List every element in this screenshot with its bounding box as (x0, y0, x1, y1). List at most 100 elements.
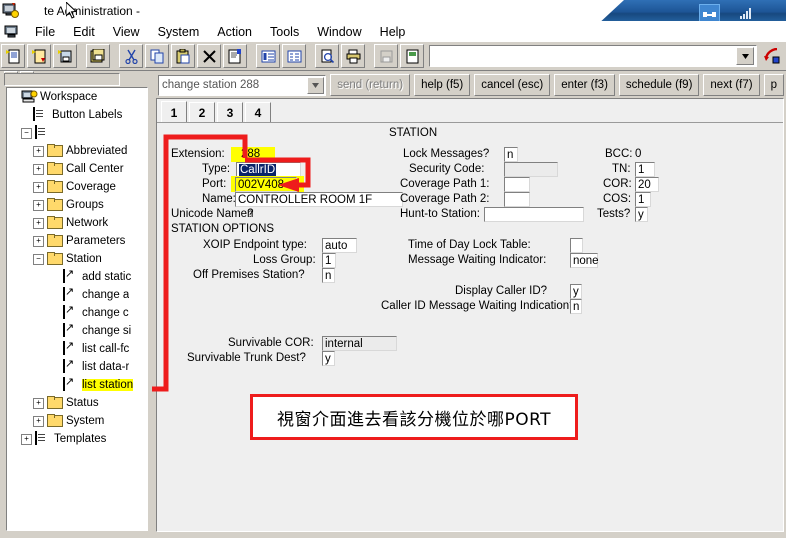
prev-button[interactable]: p (763, 74, 784, 96)
tree-item-network[interactable]: + Network (7, 214, 147, 232)
tree-item-list-call-fc[interactable]: list call-fc (7, 340, 147, 358)
expand-icon[interactable]: + (33, 415, 44, 427)
expand-icon[interactable]: + (33, 217, 44, 229)
expand-icon[interactable]: + (33, 397, 44, 409)
message-waiting-indicator-input[interactable]: none (570, 253, 599, 268)
xoip-endpoint-type-input[interactable]: auto (322, 238, 357, 253)
type-input[interactable]: CallrID (236, 162, 301, 177)
menu-item-window[interactable]: Window (308, 24, 370, 40)
go-arrow-icon[interactable] (760, 44, 784, 68)
chevron-down-icon[interactable] (307, 76, 325, 94)
tree-item-status[interactable]: + Status (7, 394, 147, 412)
save-document-icon[interactable] (53, 44, 77, 68)
schedule-button[interactable]: schedule (f9) (618, 74, 700, 96)
form-tabs: 1 2 3 4 (161, 101, 273, 123)
properties-icon[interactable] (223, 44, 247, 68)
address-combo[interactable] (429, 45, 757, 67)
tab-3[interactable]: 3 (217, 102, 243, 123)
cancel-button[interactable]: cancel (esc) (474, 74, 551, 96)
coverage-path-2-input[interactable] (504, 192, 530, 207)
security-code-input[interactable] (504, 162, 558, 177)
collapse-icon[interactable]: − (21, 127, 32, 139)
list-view-icon[interactable] (256, 44, 280, 68)
expand-icon[interactable]: + (33, 199, 44, 211)
tree-item-change-si[interactable]: change si (7, 322, 147, 340)
report-icon[interactable] (400, 44, 424, 68)
tn-input[interactable]: 1 (635, 162, 655, 177)
send-button[interactable]: send (return) (330, 74, 411, 96)
chevron-down-icon[interactable] (736, 47, 754, 65)
sidebar-scrollbar[interactable] (4, 73, 120, 86)
expand-icon[interactable]: + (21, 433, 32, 445)
tests-input[interactable]: y (635, 207, 648, 222)
print-preview-icon[interactable] (315, 44, 339, 68)
paste-icon[interactable] (171, 44, 195, 68)
menu-item-action[interactable]: Action (208, 24, 261, 40)
tree-item-call-center[interactable]: + Call Center (7, 160, 147, 178)
enter-button[interactable]: enter (f3) (554, 74, 615, 96)
menu-item-edit[interactable]: Edit (64, 24, 104, 40)
loss-group-input[interactable]: 1 (322, 253, 336, 268)
copy-icon[interactable] (145, 44, 169, 68)
menu-item-view[interactable]: View (104, 24, 149, 40)
hunt-to-station-input[interactable] (484, 207, 584, 222)
menu-item-system[interactable]: System (149, 24, 209, 40)
tree-item-workspace[interactable]: Workspace (7, 88, 147, 106)
tree-item-change-c[interactable]: change c (7, 304, 147, 322)
unicode-name-label: Unicode Name? (171, 208, 254, 220)
save-all-icon[interactable] (86, 44, 110, 68)
tree-item-coverage[interactable]: + Coverage (7, 178, 147, 196)
caller-id-mwi-input[interactable]: n (570, 299, 582, 314)
tn-label: TN: (612, 163, 631, 175)
next-button[interactable]: next (f7) (703, 74, 760, 96)
command-input[interactable]: change station 288 (158, 74, 327, 96)
print-icon[interactable] (341, 44, 365, 68)
menu-item-tools[interactable]: Tools (261, 24, 308, 40)
tree-item-station[interactable]: − Station (7, 250, 147, 268)
survivable-trunk-dest-input[interactable]: y (322, 351, 335, 366)
menu-item-file[interactable]: File (26, 24, 64, 40)
tree-item-label: change c (82, 307, 129, 319)
collapse-icon[interactable]: − (33, 253, 44, 265)
tree-item-add-static[interactable]: add static (7, 268, 147, 286)
tree-item-unnamed[interactable]: − (7, 124, 147, 142)
cor-input[interactable]: 20 (635, 177, 659, 192)
menu-item-help[interactable]: Help (371, 24, 415, 40)
coverage-path-1-input[interactable] (504, 177, 530, 192)
open-document-icon[interactable] (27, 44, 51, 68)
tree-item-groups[interactable]: + Groups (7, 196, 147, 214)
signal-bars-icon[interactable] (737, 4, 756, 21)
survivable-cor-input[interactable]: internal (322, 336, 397, 351)
tree-item-button-labels[interactable]: Button Labels (7, 106, 147, 124)
tree-item-change-a[interactable]: change a (7, 286, 147, 304)
expand-icon[interactable]: + (33, 163, 44, 175)
tree-item-list-station[interactable]: list station (7, 376, 147, 394)
tab-1[interactable]: 1 (161, 101, 187, 123)
off-premises-station-input[interactable]: n (322, 268, 335, 283)
survivable-cor-label: Survivable COR: (228, 337, 314, 349)
tree-item-parameters[interactable]: + Parameters (7, 232, 147, 250)
display-caller-id-input[interactable]: y (570, 284, 582, 299)
tree-item-system[interactable]: + System (7, 412, 147, 430)
tab-4[interactable]: 4 (245, 102, 271, 123)
cut-icon[interactable] (119, 44, 143, 68)
expand-icon[interactable]: + (33, 145, 44, 157)
help-button[interactable]: help (f5) (414, 74, 471, 96)
delete-x-icon[interactable] (197, 44, 221, 68)
tree-item-templates[interactable]: + Templates (7, 430, 147, 448)
name-input[interactable]: CONTROLLER ROOM 1F (235, 192, 403, 207)
folder-icon (47, 180, 63, 194)
tree-item-list-data-r[interactable]: list data-r (7, 358, 147, 376)
detail-view-icon[interactable] (282, 44, 306, 68)
network-connect-icon[interactable] (699, 4, 720, 21)
time-of-day-lock-table-input[interactable] (570, 238, 583, 253)
tab-2[interactable]: 2 (189, 102, 215, 123)
tree-item-abbreviated[interactable]: + Abbreviated (7, 142, 147, 160)
port-input[interactable]: 002V408 (235, 177, 297, 192)
cos-input[interactable]: 1 (635, 192, 651, 207)
new-document-icon[interactable] (1, 44, 25, 68)
lock-messages-input[interactable]: n (504, 147, 518, 162)
navigation-tree[interactable]: Workspace Button Labels − + Abbreviated + Call… (6, 87, 148, 531)
expand-icon[interactable]: + (33, 235, 44, 247)
expand-icon[interactable]: + (33, 181, 44, 193)
